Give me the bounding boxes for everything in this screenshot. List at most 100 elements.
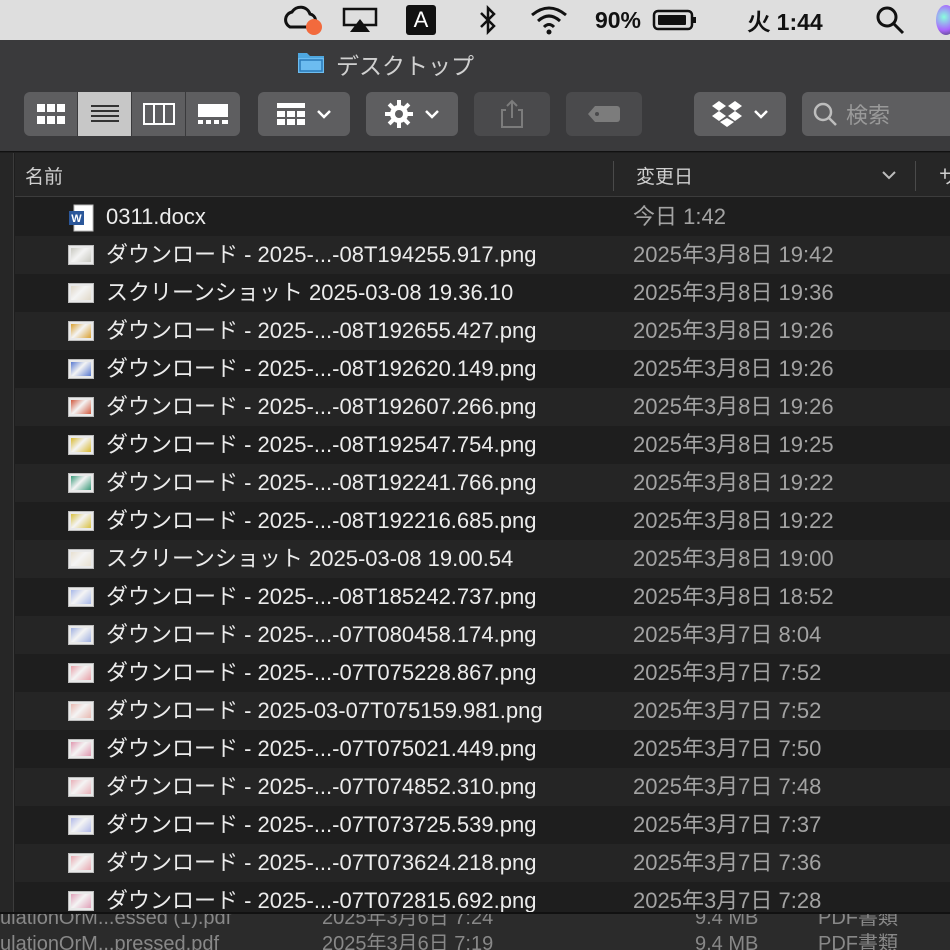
- bg-file-kind: PDF書類: [818, 912, 898, 929]
- file-modified-date: 2025年3月8日 19:22: [633, 470, 834, 495]
- file-row[interactable]: ダウンロード - 2025-...-08T192216.685.png 2025年…: [15, 502, 950, 540]
- chevron-down-icon: [754, 110, 768, 119]
- chevron-down-icon: [317, 110, 331, 119]
- image-thumbnail-icon: [68, 473, 94, 493]
- file-modified-date: 2025年3月7日 7:48: [633, 774, 822, 799]
- image-thumbnail-icon: [68, 739, 94, 759]
- bluetooth-icon[interactable]: [475, 0, 501, 40]
- bg-file-date: 2025年3月6日 7:19: [322, 933, 494, 950]
- file-row[interactable]: ダウンロード - 2025-...-07T073624.218.png 2025年…: [15, 844, 950, 882]
- share-icon: [501, 99, 523, 128]
- file-name: ダウンロード - 2025-...-08T192607.266.png: [106, 394, 537, 419]
- screenshot-thumbnail-icon: [68, 283, 94, 303]
- file-row[interactable]: ダウンロード - 2025-...-08T192620.149.png 2025年…: [15, 350, 950, 388]
- file-name: ダウンロード - 2025-...-08T192241.766.png: [106, 470, 537, 495]
- file-row[interactable]: ダウンロード - 2025-...-07T073725.539.png 2025年…: [15, 806, 950, 844]
- menu-clock[interactable]: 火 1:44: [735, 0, 835, 40]
- image-thumbnail-icon: [68, 397, 94, 417]
- search-icon: [813, 102, 837, 126]
- image-thumbnail-icon: [68, 587, 94, 607]
- action-menu-button[interactable]: [366, 92, 458, 136]
- file-name: ダウンロード - 2025-...-07T074852.310.png: [106, 774, 537, 799]
- image-thumbnail-icon: [68, 625, 94, 645]
- input-source-label: A: [406, 5, 436, 35]
- window-title: デスクトップ: [296, 48, 474, 80]
- file-row[interactable]: ダウンロード - 2025-...-08T192607.266.png 2025年…: [15, 388, 950, 426]
- bg-file-date: 2025年3月6日 7:24: [322, 912, 494, 929]
- file-name: スクリーンショット 2025-03-08 19.36.10: [106, 280, 514, 305]
- file-list: W 0311.docx 今日 1:42 ダウンロード - 2025-...-08T19…: [15, 198, 950, 912]
- file-row[interactable]: ダウンロード - 2025-...-08T192547.754.png 2025年…: [15, 426, 950, 464]
- file-modified-date: 2025年3月8日 19:25: [633, 432, 834, 457]
- tags-button[interactable]: [566, 92, 642, 136]
- group-by-button[interactable]: [258, 92, 350, 136]
- bg-file-kind: PDF書類: [818, 933, 898, 950]
- folder-icon: [296, 49, 326, 80]
- image-thumbnail-icon: [68, 777, 94, 797]
- file-name: ダウンロード - 2025-...-08T192547.754.png: [106, 432, 537, 457]
- file-row[interactable]: W 0311.docx 今日 1:42: [15, 198, 950, 236]
- image-thumbnail-icon: [68, 321, 94, 341]
- file-row[interactable]: ダウンロード - 2025-...-08T192655.427.png 2025年…: [15, 312, 950, 350]
- file-name: ダウンロード - 2025-...-07T073725.539.png: [106, 812, 537, 837]
- bg-file-size: 9.4 MB: [695, 933, 759, 950]
- file-row[interactable]: ダウンロード - 2025-...-08T194255.917.png 2025年…: [15, 236, 950, 274]
- image-thumbnail-icon: [68, 245, 94, 265]
- file-name: 0311.docx: [106, 204, 206, 229]
- screenshot-thumbnail-icon: [68, 549, 94, 569]
- image-thumbnail-icon: [68, 663, 94, 683]
- sidebar: [0, 153, 14, 912]
- background-window: ulationOrM...essed (1).pdf 2025年3月6日 7:24…: [0, 912, 950, 950]
- column-header: 名前 変更日 サ: [15, 153, 950, 197]
- sort-indicator-icon: [881, 153, 897, 197]
- svg-text:W: W: [71, 213, 82, 225]
- file-modified-date: 2025年3月7日 7:36: [633, 850, 822, 875]
- file-row[interactable]: スクリーンショット 2025-03-08 19.36.10 2025年3月8日 1…: [15, 274, 950, 312]
- window-toolbar: デスクトップ 検索: [0, 40, 950, 152]
- icon-view-button[interactable]: [24, 92, 78, 136]
- file-name: スクリーンショット 2025-03-08 19.00.54: [106, 546, 514, 571]
- search-field[interactable]: 検索: [802, 92, 950, 136]
- column-divider[interactable]: [613, 161, 614, 191]
- file-row[interactable]: スクリーンショット 2025-03-08 19.00.54 2025年3月8日 1…: [15, 540, 950, 578]
- file-name: ダウンロード - 2025-...-08T185242.737.png: [106, 584, 537, 609]
- column-divider[interactable]: [915, 161, 916, 191]
- image-thumbnail-icon: [68, 815, 94, 835]
- list-view-button[interactable]: [78, 92, 132, 136]
- input-source-icon[interactable]: A: [405, 0, 437, 40]
- tag-icon: [588, 106, 620, 122]
- column-size-header[interactable]: サ: [939, 153, 950, 197]
- dropbox-icon: [712, 101, 742, 127]
- file-row[interactable]: ダウンロード - 2025-03-07T075159.981.png 2025年3…: [15, 692, 950, 730]
- column-modified-header[interactable]: 変更日: [636, 153, 693, 197]
- file-name: ダウンロード - 2025-...-07T075228.867.png: [106, 660, 537, 685]
- file-row[interactable]: ダウンロード - 2025-...-07T080458.174.png 2025年…: [15, 616, 950, 654]
- file-row[interactable]: ダウンロード - 2025-...-07T074852.310.png 2025年…: [15, 768, 950, 806]
- spotlight-search-icon[interactable]: [870, 0, 910, 40]
- column-view-button[interactable]: [132, 92, 186, 136]
- file-modified-date: 2025年3月8日 19:00: [633, 546, 834, 571]
- file-row[interactable]: ダウンロード - 2025-...-08T192241.766.png 2025年…: [15, 464, 950, 502]
- window-title-text: デスクトップ: [336, 53, 474, 79]
- image-thumbnail-icon: [68, 701, 94, 721]
- airplay-icon[interactable]: [340, 0, 380, 40]
- battery-icon[interactable]: [650, 0, 700, 40]
- column-name-header[interactable]: 名前: [25, 153, 63, 197]
- file-name: ダウンロード - 2025-...-08T194255.917.png: [106, 242, 537, 267]
- file-row[interactable]: ダウンロード - 2025-...-08T185242.737.png 2025年…: [15, 578, 950, 616]
- file-row[interactable]: ダウンロード - 2025-...-07T075021.449.png 2025年…: [15, 730, 950, 768]
- file-modified-date: 2025年3月7日 7:52: [633, 698, 822, 723]
- share-button[interactable]: [474, 92, 550, 136]
- file-row[interactable]: ダウンロード - 2025-...-07T072815.692.png 2025年…: [15, 882, 950, 912]
- bg-file-name: ulationOrM...pressed.pdf: [0, 933, 219, 950]
- image-thumbnail-icon: [68, 511, 94, 531]
- wifi-icon[interactable]: [527, 0, 571, 40]
- gallery-view-button[interactable]: [186, 92, 240, 136]
- creative-cloud-icon[interactable]: [280, 0, 324, 40]
- dropbox-button[interactable]: [694, 92, 786, 136]
- file-name: ダウンロード - 2025-03-07T075159.981.png: [106, 698, 543, 723]
- file-name: ダウンロード - 2025-...-08T192655.427.png: [106, 318, 537, 343]
- siri-icon[interactable]: [936, 0, 950, 40]
- file-row[interactable]: ダウンロード - 2025-...-07T075228.867.png 2025年…: [15, 654, 950, 692]
- file-modified-date: 2025年3月7日 7:28: [633, 888, 822, 912]
